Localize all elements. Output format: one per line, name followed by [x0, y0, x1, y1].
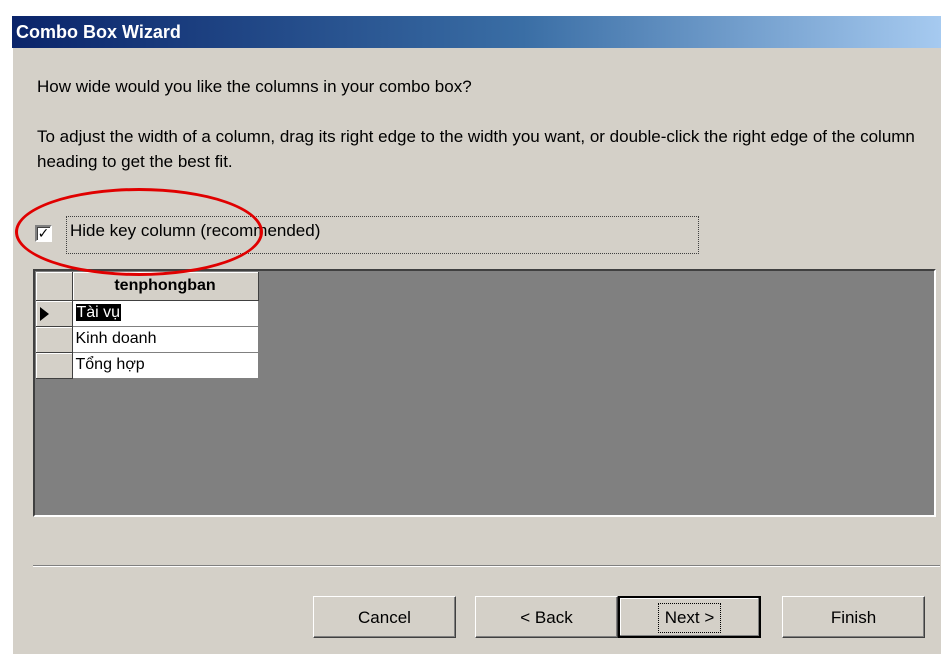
hide-key-column-checkbox[interactable]: ✓: [35, 225, 52, 242]
row-selector[interactable]: [36, 326, 73, 353]
next-button[interactable]: Next >: [618, 596, 761, 638]
window-title: Combo Box Wizard: [12, 16, 941, 48]
table-cell[interactable]: Kinh doanh: [72, 326, 259, 353]
hide-key-column-label[interactable]: Hide key column (recommended): [70, 221, 320, 241]
table-row[interactable]: Tổng hợp: [36, 352, 259, 379]
table-header-row: tenphongban: [36, 272, 259, 301]
grid-corner: [36, 272, 73, 301]
checkmark-icon: ✓: [37, 225, 50, 241]
finish-button[interactable]: Finish: [782, 596, 925, 638]
wizard-question: How wide would you like the columns in y…: [37, 77, 472, 96]
column-heading[interactable]: tenphongban: [72, 272, 259, 301]
combo-box-wizard-dialog: Combo Box Wizard How wide would you like…: [12, 16, 941, 654]
row-selector[interactable]: [36, 300, 73, 327]
divider: [33, 565, 940, 567]
table-cell[interactable]: Tài vụ: [72, 300, 259, 327]
table-row[interactable]: Tài vụ: [36, 300, 259, 327]
row-selector[interactable]: [36, 352, 73, 379]
preview-table: tenphongban Tài vụ Kinh doanh Tổng hợp: [36, 272, 259, 379]
cancel-button[interactable]: Cancel: [313, 596, 456, 638]
column-width-grid: tenphongban Tài vụ Kinh doanh Tổng hợp: [33, 269, 936, 517]
current-row-arrow-icon: [40, 306, 49, 321]
table-row[interactable]: Kinh doanh: [36, 326, 259, 353]
wizard-instruction: To adjust the width of a column, drag it…: [37, 127, 915, 171]
back-button[interactable]: < Back: [475, 596, 618, 638]
hide-key-column-option[interactable]: ✓ Hide key column (recommended): [35, 216, 699, 254]
table-cell[interactable]: Tổng hợp: [72, 352, 259, 379]
